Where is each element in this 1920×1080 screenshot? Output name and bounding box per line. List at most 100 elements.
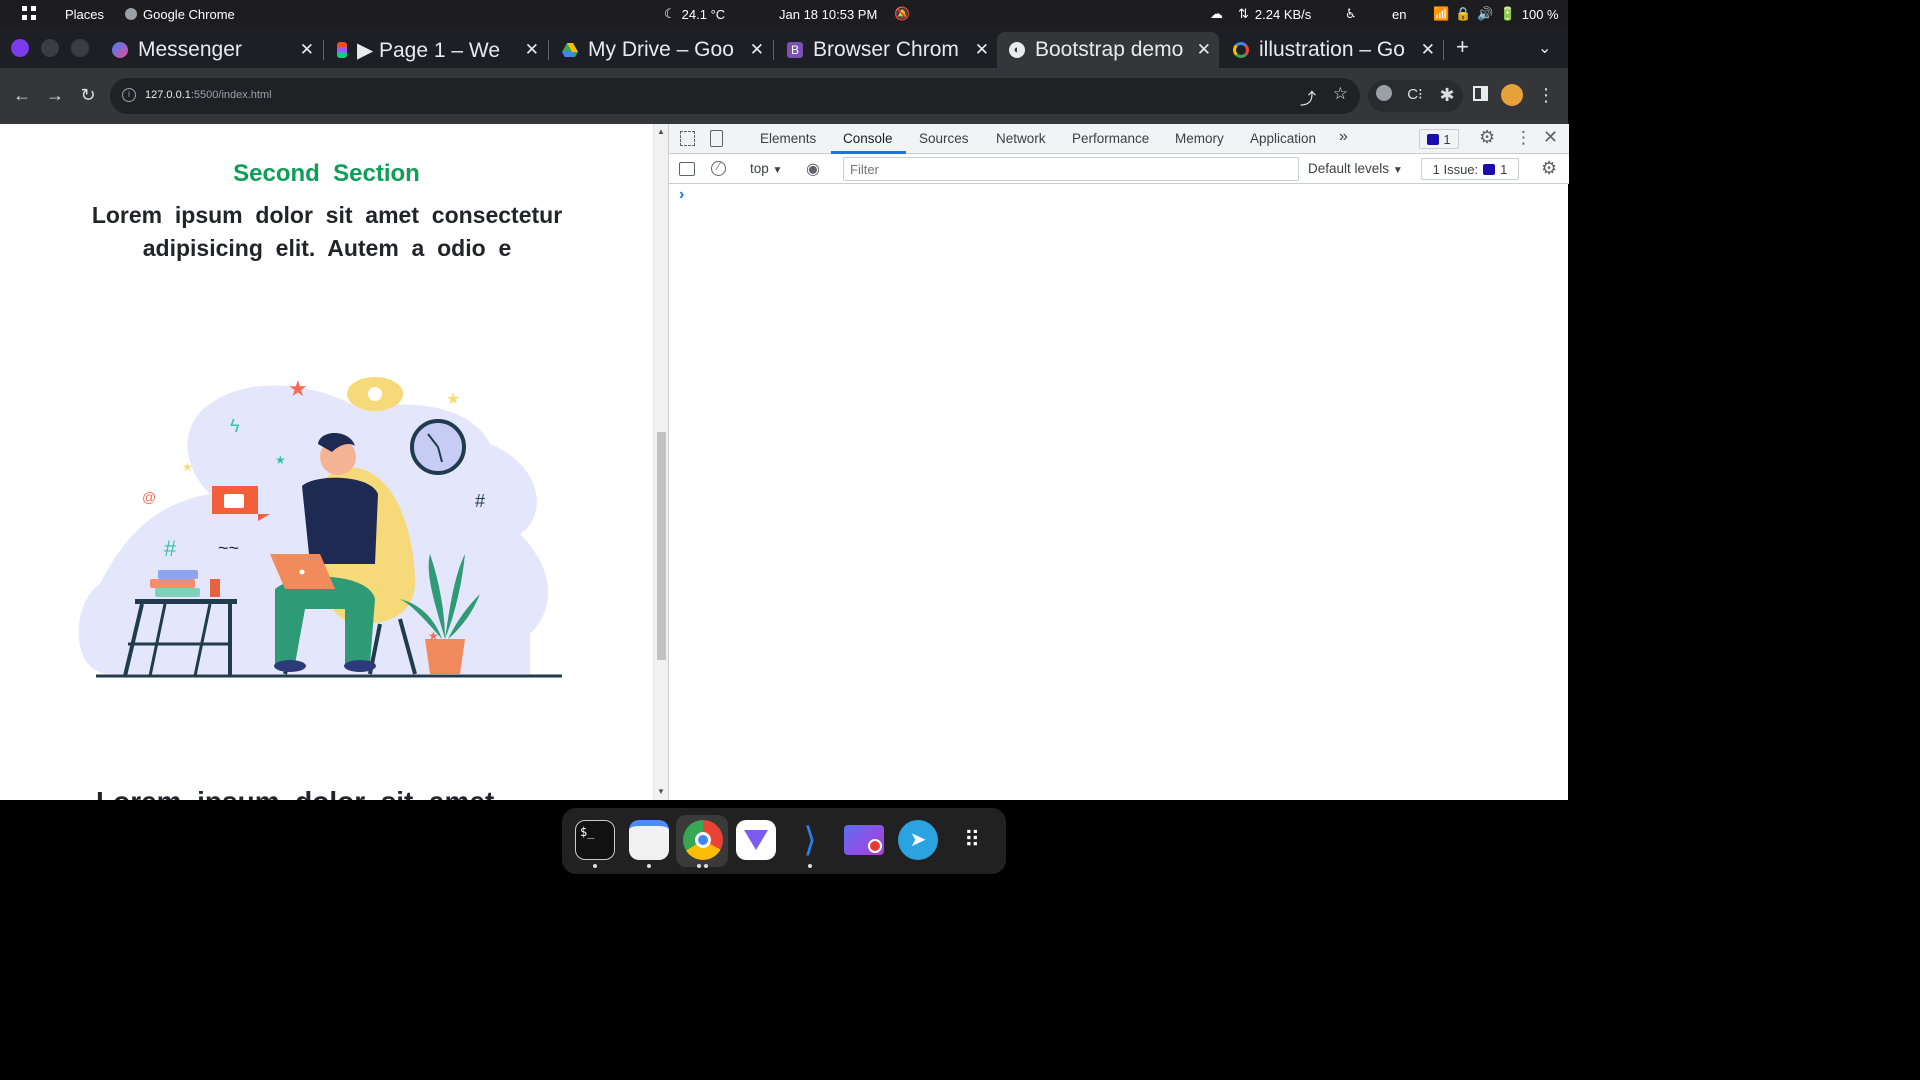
close-icon[interactable]: ✕ [525, 40, 539, 60]
issues-badge-count: 1 [1443, 131, 1451, 147]
clear-console-icon[interactable]: ⁄ [711, 161, 726, 176]
tab-console[interactable]: Console [843, 131, 893, 146]
more-tabs-chevron-icon[interactable]: » [1339, 128, 1348, 146]
tab-separator [773, 40, 774, 60]
active-app-indicator[interactable]: Google Chrome [125, 0, 235, 28]
spiral-decoration: @ [142, 489, 156, 505]
accessibility-icon[interactable]: ♿ [1345, 0, 1357, 28]
context-selector[interactable]: top ▼ [750, 161, 782, 176]
running-indicator [808, 864, 812, 868]
puzzle-extensions-icon[interactable]: ✱ [1435, 84, 1459, 106]
profile-avatar[interactable] [1500, 84, 1524, 111]
tab-figma[interactable]: ▶ Page 1 – We ✕ [325, 32, 547, 68]
scrollbar-thumb[interactable] [657, 432, 666, 660]
clock[interactable]: Jan 18 10:53 PM [779, 0, 877, 28]
site-info-icon[interactable]: i [122, 88, 136, 102]
console-settings-gear-icon[interactable]: ⚙ [1541, 158, 1557, 179]
files-icon[interactable] [629, 820, 669, 860]
device-toolbar-icon[interactable] [710, 130, 723, 147]
issues-badge[interactable]: 1 [1419, 129, 1459, 149]
scroll-up-arrow-icon[interactable]: ▲ [657, 127, 665, 136]
page-scrollbar[interactable]: ▲ ▼ [653, 124, 668, 800]
tab-search-chevron-icon[interactable]: ⌄ [1538, 38, 1551, 58]
message-icon [1483, 163, 1496, 175]
url-path: :5500/index.html [190, 89, 272, 101]
telegram-icon[interactable]: ➤ [898, 820, 938, 860]
devtools-tab-bar: Elements Console Sources Network Perform… [669, 124, 1569, 154]
section-paragraph: Lorem ipsum dolor sit amet consectetur a… [91, 202, 569, 261]
tab-illustration-search[interactable]: illustration – Go ✕ [1221, 32, 1443, 68]
bookmark-star-icon[interactable]: ☆ [1333, 84, 1348, 104]
console-toolbar: ⁄ top ▼ ◉ Default levels ▼ 1 Issue: 1 ⚙ [669, 154, 1569, 184]
live-expression-eye-icon[interactable]: ◉ [806, 159, 820, 179]
places-menu[interactable]: Places [65, 0, 104, 28]
cup [210, 579, 220, 597]
console-filter-input[interactable] [843, 157, 1299, 181]
window-maximize-button[interactable] [71, 39, 89, 57]
squiggle-decoration: ~~ [218, 538, 239, 558]
notifications-muted-icon[interactable]: 🔕 [894, 0, 910, 28]
close-icon[interactable]: ✕ [300, 40, 314, 60]
tab-title: ▶ Page 1 – We [357, 38, 501, 62]
close-icon[interactable]: ✕ [750, 40, 764, 60]
tab-sources[interactable]: Sources [919, 131, 969, 146]
tab-network[interactable]: Network [996, 131, 1046, 146]
hash-decoration: # [164, 536, 177, 561]
chrome-menu-icon[interactable]: ⋮ [1534, 84, 1558, 106]
issues-button[interactable]: 1 Issue: 1 [1421, 158, 1519, 180]
window-minimize-button[interactable] [41, 39, 59, 57]
extension-c-icon[interactable]: C⁝ [1403, 84, 1427, 106]
close-icon[interactable]: ✕ [1421, 40, 1435, 60]
proton-vpn-icon[interactable] [736, 820, 776, 860]
tab-application[interactable]: Application [1250, 131, 1316, 146]
terminal-icon[interactable]: $_ [575, 820, 615, 860]
address-bar[interactable]: i 127.0.0.1:5500/index.html ⤴ ☆ [110, 78, 1360, 114]
devtools-panel: Elements Console Sources Network Perform… [668, 124, 1569, 800]
extension-dot-icon[interactable] [1372, 84, 1396, 106]
app-grid-icon[interactable] [22, 0, 38, 28]
bootstrap-icon: B [787, 42, 803, 58]
hash-decoration: # [475, 491, 485, 511]
customize-menu-icon[interactable]: ⋮ [1515, 128, 1532, 148]
weather-indicator[interactable]: ☾ 24.1 °C [664, 0, 725, 28]
console-prompt[interactable]: › [679, 186, 684, 204]
vscode-icon[interactable]: ⟩ [790, 820, 830, 860]
globe-icon: ◐ [1009, 42, 1025, 58]
tab-performance[interactable]: Performance [1072, 131, 1149, 146]
new-tab-plus-icon[interactable]: + [1456, 34, 1469, 60]
close-icon[interactable]: ✕ [975, 40, 989, 60]
tab-memory[interactable]: Memory [1175, 131, 1224, 146]
network-speed[interactable]: ⇅ 2.24 KB/s [1238, 0, 1311, 28]
reload-icon[interactable]: ↻ [76, 84, 100, 106]
settings-gear-icon[interactable]: ⚙ [1479, 127, 1495, 148]
chrome-icon[interactable] [683, 820, 723, 860]
network-speed-label: 2.24 KB/s [1254, 6, 1312, 22]
keyboard-language[interactable]: en [1392, 0, 1406, 28]
tab-messenger[interactable]: Messenger ✕ [100, 32, 322, 68]
tab-strip: Messenger ✕ ▶ Page 1 – We ✕ My Drive – G… [0, 28, 1568, 68]
window-close-button[interactable] [11, 39, 29, 57]
scroll-down-arrow-icon[interactable]: ▼ [657, 787, 665, 796]
url-text: 127.0.0.1:5500/index.html [145, 89, 272, 101]
forward-arrow-icon[interactable]: → [43, 84, 67, 106]
issues-button-label: 1 Issue: [1432, 161, 1479, 177]
sidebar-toggle-icon[interactable] [679, 162, 695, 176]
tab-browser-chrome[interactable]: B Browser Chrom ✕ [775, 32, 997, 68]
tab-google-drive[interactable]: My Drive – Goo ✕ [550, 32, 772, 68]
close-devtools-icon[interactable]: ✕ [1543, 127, 1558, 148]
messenger-icon [112, 42, 128, 58]
screen-recorder-icon[interactable] [844, 825, 884, 855]
back-arrow-icon[interactable]: ← [10, 84, 34, 106]
log-levels-dropdown[interactable]: Default levels ▼ [1308, 161, 1403, 176]
tab-elements[interactable]: Elements [760, 131, 816, 146]
tab-title: Bootstrap demo [1035, 38, 1184, 61]
close-icon[interactable]: ✕ [1197, 40, 1211, 60]
inspect-element-icon[interactable] [680, 131, 695, 146]
side-panel-icon[interactable] [1468, 84, 1492, 106]
browser-toolbar: ← → ↻ i 127.0.0.1:5500/index.html ⤴ ☆ C⁝… [0, 68, 1568, 124]
tab-bootstrap-demo[interactable]: ◐ Bootstrap demo ✕ [997, 32, 1219, 68]
system-status-area[interactable]: 📶 🔒 🔊 🔋 100 % [1433, 0, 1559, 28]
share-icon[interactable]: ⤴ [1300, 85, 1316, 109]
app-grid-icon[interactable]: ⠿ [952, 820, 992, 860]
google-drive-icon [562, 43, 578, 57]
